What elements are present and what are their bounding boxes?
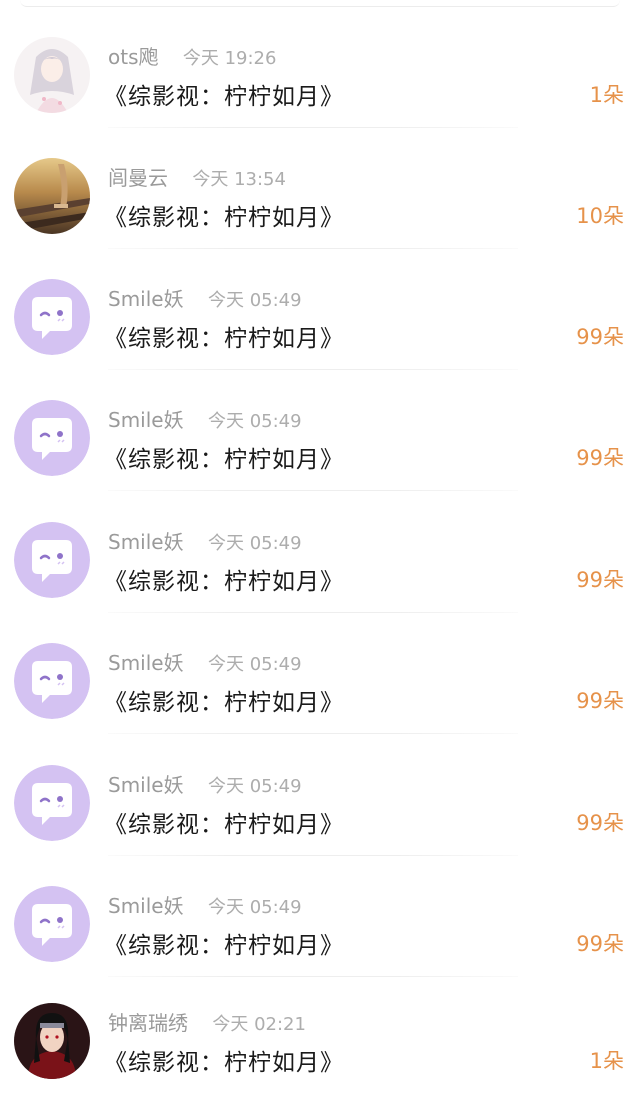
top-card-edge [20,0,620,7]
list-item[interactable]: Smile妖 今天 05:49 《综影视：柠柠如月》 99朵 [0,735,640,856]
book-title: 《综影视：柠柠如月》 [104,84,344,110]
book-title: 《综影视：柠柠如月》 [104,205,344,231]
book-title: 《综影视：柠柠如月》 [104,933,344,959]
default-chat-avatar[interactable] [14,522,90,598]
anime-ninja-avatar[interactable] [14,1003,90,1079]
flower-count: 99朵 [576,932,624,956]
sender-name: 钟离瑞绣 [108,1011,188,1035]
sender-name: Smile妖 [108,651,184,675]
sender-meta: Smile妖 今天 05:49 [108,526,302,556]
book-title: 《综影视：柠柠如月》 [104,326,344,352]
book-title: 《综影视：柠柠如月》 [104,1050,344,1076]
sender-meta: 闾曼云 今天 13:54 [108,162,286,192]
flower-count: 1朵 [589,1049,624,1073]
gift-time: 今天 05:49 [207,411,302,432]
anime-girl-avatar[interactable] [14,37,90,113]
list-item[interactable]: Smile妖 今天 05:49 《综影视：柠柠如月》 99朵 [0,370,640,491]
sender-meta: Smile妖 今天 05:49 [108,769,302,799]
default-chat-avatar[interactable] [14,400,90,476]
row-divider [108,490,518,491]
default-chat-avatar[interactable] [14,886,90,962]
book-title: 《综影视：柠柠如月》 [104,812,344,838]
flower-count: 1朵 [589,83,624,107]
sender-meta: Smile妖 今天 05:49 [108,647,302,677]
gift-time: 今天 05:49 [207,897,302,918]
gift-time: 今天 02:21 [212,1014,306,1035]
list-item[interactable]: Smile妖 今天 05:49 《综影视：柠柠如月》 99朵 [0,492,640,613]
sender-meta: ots飑 今天 19:26 [108,41,276,71]
flower-count: 99朵 [576,325,624,349]
sender-name: Smile妖 [108,530,184,554]
flower-count: 99朵 [576,568,624,592]
list-item[interactable]: Smile妖 今天 05:49 《综影视：柠柠如月》 99朵 [0,613,640,734]
sender-name: Smile妖 [108,408,184,432]
row-divider [108,733,518,734]
gift-time: 今天 05:49 [207,533,302,554]
sender-meta: Smile妖 今天 05:49 [108,404,302,434]
sender-name: ots飑 [108,45,159,69]
flower-count: 99朵 [576,446,624,470]
list-item[interactable]: Smile妖 今天 05:49 《综影视：柠柠如月》 99朵 [0,856,640,977]
sender-meta: 钟离瑞绣 今天 02:21 [108,1007,306,1037]
railway-photo-avatar[interactable] [14,158,90,234]
sender-name: Smile妖 [108,773,184,797]
list-item[interactable]: ots飑 今天 19:26 《综影视：柠柠如月》 1朵 [0,7,640,128]
flower-count: 99朵 [576,811,624,835]
default-chat-avatar[interactable] [14,279,90,355]
book-title: 《综影视：柠柠如月》 [104,447,344,473]
list-item[interactable]: Smile妖 今天 05:49 《综影视：柠柠如月》 99朵 [0,249,640,370]
gift-time: 今天 05:49 [207,776,302,797]
flower-count: 10朵 [576,204,624,228]
default-chat-avatar[interactable] [14,643,90,719]
gift-time: 今天 05:49 [207,654,302,675]
gift-time: 今天 05:49 [207,290,302,311]
gift-time: 今天 13:54 [192,169,286,190]
sender-meta: Smile妖 今天 05:49 [108,890,302,920]
sender-meta: Smile妖 今天 05:49 [108,283,302,313]
list-item[interactable]: 钟离瑞绣 今天 02:21 《综影视：柠柠如月》 1朵 [0,973,640,1094]
default-chat-avatar[interactable] [14,765,90,841]
sender-name: Smile妖 [108,287,184,311]
book-title: 《综影视：柠柠如月》 [104,569,344,595]
flower-count: 99朵 [576,689,624,713]
sender-name: 闾曼云 [108,166,168,190]
book-title: 《综影视：柠柠如月》 [104,690,344,716]
sender-name: Smile妖 [108,894,184,918]
list-item[interactable]: 闾曼云 今天 13:54 《综影视：柠柠如月》 10朵 [0,128,640,249]
gift-time: 今天 19:26 [182,48,277,69]
